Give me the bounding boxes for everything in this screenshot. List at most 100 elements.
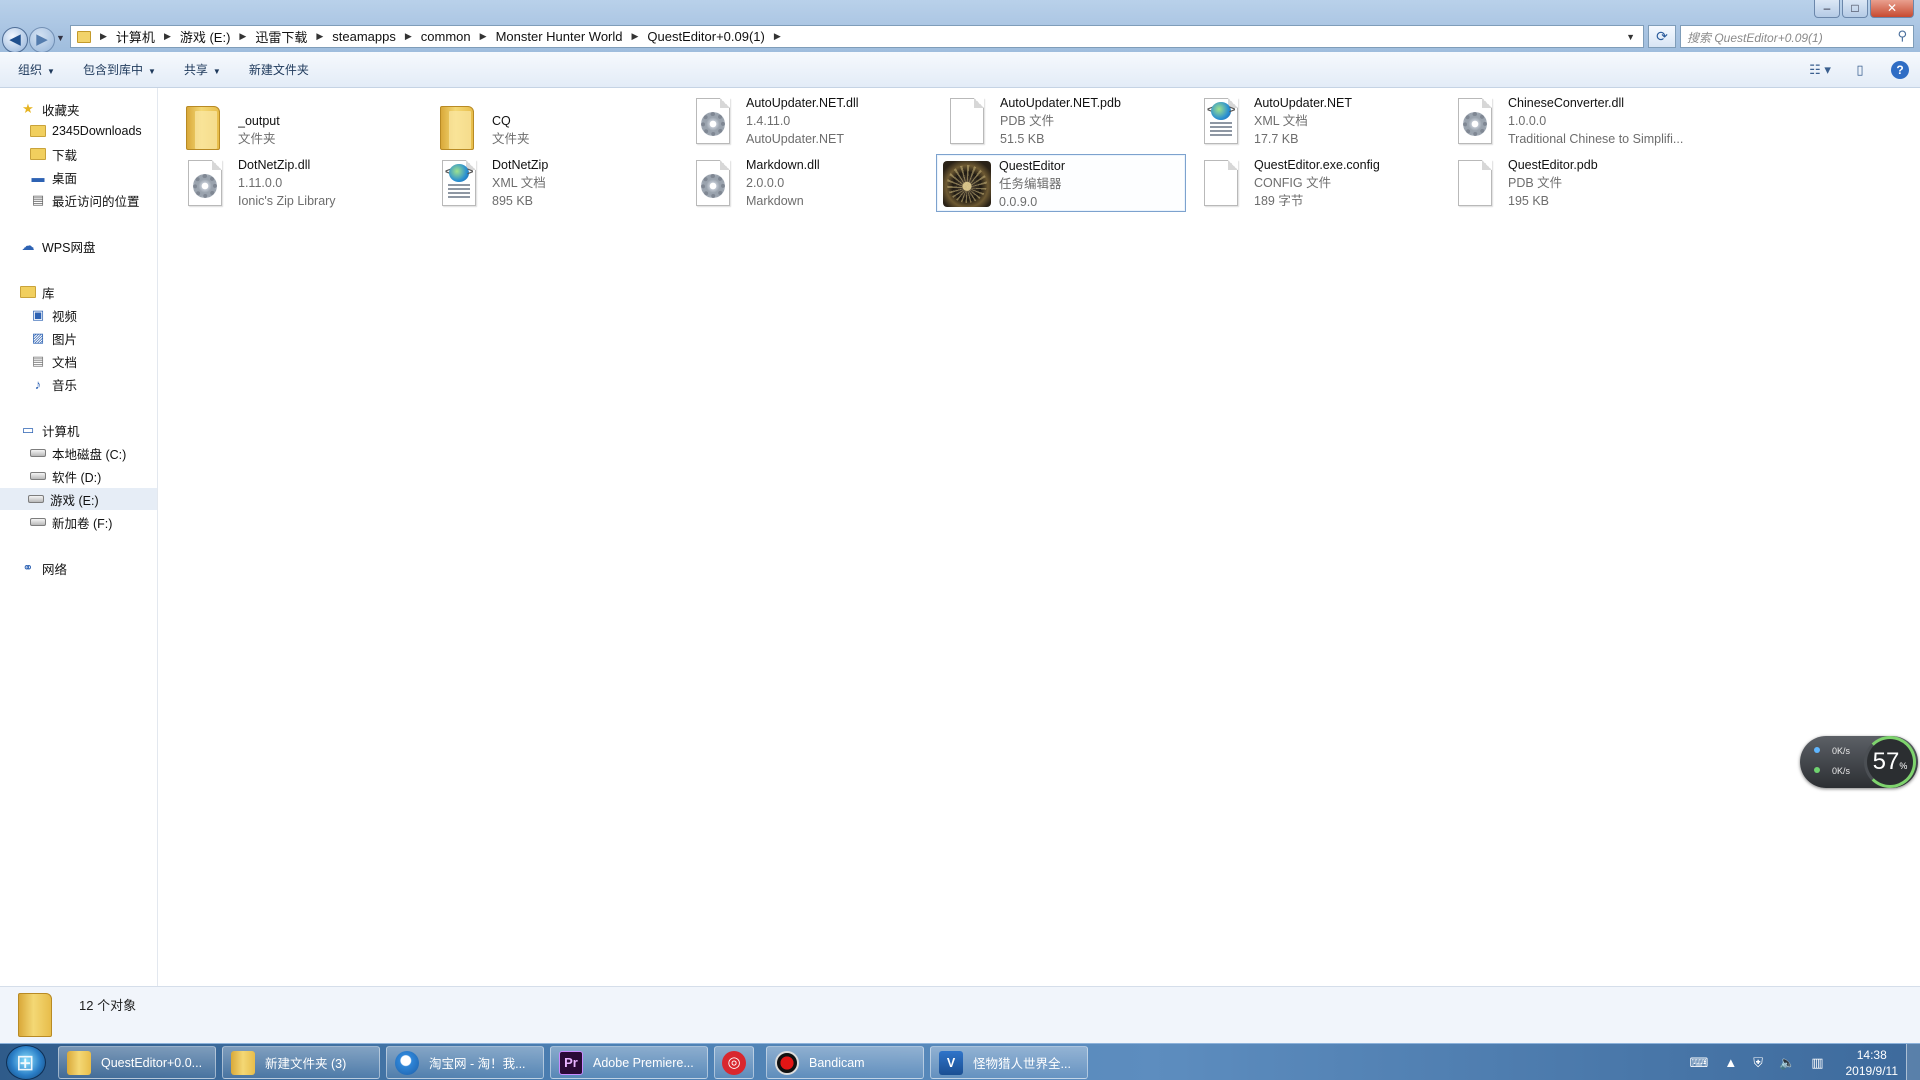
show-hidden-icons-icon[interactable]: ▲	[1724, 1055, 1737, 1070]
breadcrumb-monster-hunter-world[interactable]: Monster Hunter World	[496, 29, 623, 44]
taskbar-item-netease-music[interactable]: ◎	[714, 1046, 754, 1079]
file-tile-dotnetzip-xml[interactable]: <> DotNetZip XML 文档 895 KB	[430, 154, 680, 212]
netease-music-icon: ◎	[722, 1050, 746, 1075]
file-description: AutoUpdater.NET	[746, 132, 844, 146]
breadcrumb-drive-e[interactable]: 游戏 (E:)	[180, 27, 231, 46]
sidebar-wps-drive[interactable]: ☁ WPS网盘	[20, 235, 96, 257]
maximize-button[interactable]: □	[1842, 0, 1868, 18]
task-label: Bandicam	[809, 1055, 865, 1070]
sidebar-wps-label: WPS网盘	[42, 240, 96, 255]
sidebar-item-music[interactable]: ♪ 音乐	[30, 373, 77, 395]
task-label: Adobe Premiere...	[593, 1055, 694, 1070]
file-tile-output[interactable]: _output 文件夹	[176, 98, 426, 156]
sidebar-item-videos[interactable]: ▣ 视频	[30, 304, 77, 326]
sidebar-network[interactable]: ⚭ 网络	[20, 557, 67, 579]
sidebar-item-label: 软件 (D:)	[52, 470, 102, 485]
sidebar-item-label: 桌面	[52, 171, 78, 186]
show-desktop-button[interactable]	[1906, 1044, 1920, 1080]
sidebar-item-drive-e[interactable]: 游戏 (E:)	[0, 488, 157, 510]
address-dropdown-icon[interactable]: ▼	[1626, 32, 1635, 42]
file-name: AutoUpdater.NET.pdb	[1000, 96, 1121, 110]
chevron-right-icon[interactable]: ▶	[480, 31, 487, 42]
volume-icon[interactable]: 🔈	[1779, 1055, 1795, 1071]
chevron-right-icon[interactable]: ▶	[632, 31, 639, 42]
chevron-right-icon[interactable]: ▶	[239, 31, 246, 42]
include-in-library-label: 包含到库中	[82, 63, 143, 77]
recent-pages-dropdown[interactable]: ▼	[56, 33, 65, 43]
sidebar-item-desktop[interactable]: ▬ 桌面	[30, 166, 78, 188]
preview-pane-button[interactable]: ▯	[1846, 58, 1874, 82]
search-input[interactable]: 搜索 QuestEditor+0.09(1) ⚲	[1680, 25, 1914, 48]
back-arrow-icon: ◀	[9, 31, 21, 48]
sidebar-item-2345downloads[interactable]: 2345Downloads	[30, 120, 142, 142]
taskbar-item-questeditor-folder[interactable]: QuestEditor+0.0...	[58, 1046, 216, 1079]
keyboard-icon[interactable]: ⌨	[1690, 1055, 1709, 1071]
file-tile-chineseconverter-dll[interactable]: ChineseConverter.dll 1.0.0.0 Traditional C…	[1446, 92, 1696, 150]
minimize-button[interactable]: –	[1814, 0, 1840, 18]
sidebar-item-drive-c[interactable]: 本地磁盘 (C:)	[30, 442, 126, 464]
file-name: QuestEditor	[999, 159, 1066, 173]
questeditor-app-icon	[941, 159, 991, 209]
video-icon: ▣	[31, 307, 45, 322]
breadcrumb-steamapps[interactable]: steamapps	[332, 29, 396, 44]
file-tile-autoupdater-xml[interactable]: <> AutoUpdater.NET XML 文档 17.7 KB	[1192, 92, 1442, 150]
chevron-right-icon[interactable]: ▶	[774, 31, 781, 42]
sidebar-item-recent-places[interactable]: ▤ 最近访问的位置	[30, 189, 140, 211]
file-tile-dotnetzip-dll[interactable]: DotNetZip.dll 1.11.0.0 Ionic's Zip Library	[176, 154, 426, 212]
taskbar-item-monster-hunter[interactable]: V 怪物猎人世界全...	[930, 1046, 1088, 1079]
search-icon[interactable]: ⚲	[1897, 28, 1907, 44]
file-tile-questeditor-pdb[interactable]: QuestEditor.pdb PDB 文件 195 KB	[1446, 154, 1696, 212]
sidebar-favorites[interactable]: ★ 收藏夹	[20, 98, 79, 120]
sidebar-item-pictures[interactable]: ▨ 图片	[30, 327, 77, 349]
drive-icon	[28, 495, 44, 503]
file-tile-questeditor-config[interactable]: QuestEditor.exe.config CONFIG 文件 189 字节	[1192, 154, 1442, 212]
file-type: PDB 文件	[1508, 176, 1563, 190]
sidebar-libraries[interactable]: 库	[20, 281, 55, 303]
clock[interactable]: 14:38 2019/9/11	[1846, 1047, 1899, 1079]
breadcrumb-xunlei[interactable]: 迅雷下载	[255, 27, 307, 46]
include-in-library-button[interactable]: 包含到库中 ▼	[73, 61, 166, 78]
taskbar-item-new-folder[interactable]: 新建文件夹 (3)	[222, 1046, 380, 1079]
network-status-icon[interactable]: ▥	[1811, 1055, 1823, 1071]
taskbar-item-bandicam[interactable]: Bandicam	[766, 1046, 924, 1079]
breadcrumb-common[interactable]: common	[421, 29, 471, 44]
chevron-right-icon[interactable]: ▶	[100, 31, 107, 42]
sidebar-item-drive-f[interactable]: 新加卷 (F:)	[30, 511, 112, 533]
sidebar-item-label: 最近访问的位置	[52, 194, 140, 209]
task-label: QuestEditor+0.0...	[101, 1055, 203, 1070]
close-button[interactable]: ✕	[1870, 0, 1914, 18]
breadcrumb-current-folder[interactable]: QuestEditor+0.09(1)	[647, 29, 764, 44]
drive-icon	[30, 518, 46, 526]
file-size: 17.7 KB	[1254, 132, 1299, 146]
security-shield-icon[interactable]: ⛨	[1753, 1055, 1763, 1071]
refresh-button[interactable]: ⟳	[1648, 25, 1676, 48]
taskbar-item-browser[interactable]: 淘宝网 - 淘！我...	[386, 1046, 544, 1079]
back-button[interactable]: ◀	[2, 27, 28, 53]
file-tile-cq[interactable]: CQ 文件夹	[430, 98, 680, 156]
organize-button[interactable]: 组织 ▼	[8, 61, 65, 78]
record-icon	[775, 1050, 799, 1075]
sidebar-item-documents[interactable]: ▤ 文档	[30, 350, 77, 372]
file-name: QuestEditor.exe.config	[1254, 158, 1380, 172]
view-options-button[interactable]: ☷ ▾	[1806, 58, 1834, 82]
file-tile-autoupdater-pdb[interactable]: AutoUpdater.NET.pdb PDB 文件 51.5 KB	[938, 92, 1188, 150]
taskbar-item-premiere[interactable]: Pr Adobe Premiere...	[550, 1046, 708, 1079]
downloads-folder-icon	[30, 148, 46, 160]
chevron-right-icon[interactable]: ▶	[405, 31, 412, 42]
breadcrumb-computer[interactable]: 计算机	[116, 27, 155, 46]
help-button[interactable]: ?	[1886, 58, 1914, 82]
share-button[interactable]: 共享 ▼	[174, 61, 231, 78]
file-tile-questeditor-exe[interactable]: QuestEditor 任务编辑器 0.0.9.0	[936, 154, 1186, 212]
address-bar[interactable]: ▶ 计算机 ▶ 游戏 (E:) ▶ 迅雷下载 ▶ steamapps ▶ com…	[70, 25, 1644, 48]
sidebar-item-downloads[interactable]: 下载	[30, 143, 77, 165]
forward-button[interactable]: ▶	[29, 27, 55, 53]
file-tile-autoupdater-dll[interactable]: AutoUpdater.NET.dll 1.4.11.0 AutoUpdater.N…	[684, 92, 934, 150]
chevron-right-icon[interactable]: ▶	[164, 31, 171, 42]
new-folder-button[interactable]: 新建文件夹	[239, 61, 319, 78]
network-speed-widget[interactable]: 0K/s 0K/s 57%	[1800, 736, 1918, 788]
file-tile-markdown-dll[interactable]: Markdown.dll 2.0.0.0 Markdown	[684, 154, 934, 212]
sidebar-item-drive-d[interactable]: 软件 (D:)	[30, 465, 101, 487]
chevron-right-icon[interactable]: ▶	[316, 31, 323, 42]
sidebar-computer[interactable]: ▭ 计算机	[20, 419, 80, 441]
start-button[interactable]	[6, 1045, 46, 1080]
